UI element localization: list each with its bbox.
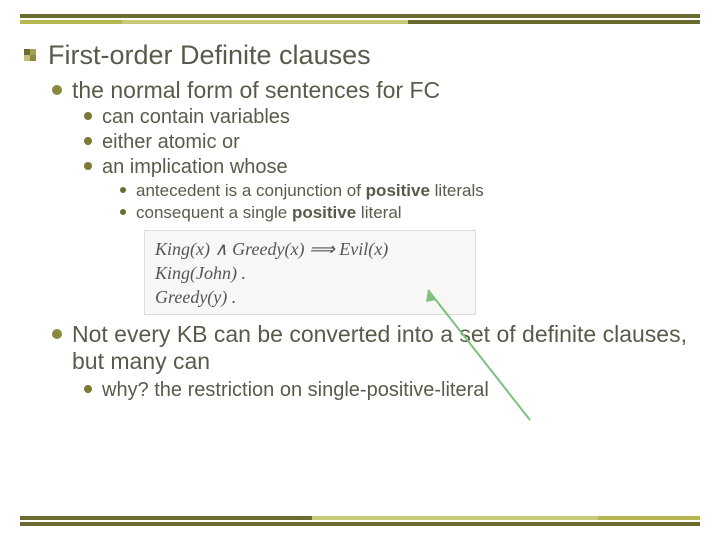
title-bullet-icon: [24, 49, 38, 63]
bullet-icon: [120, 209, 126, 215]
slide-title: First-order Definite clauses: [48, 40, 371, 71]
formula-line-2: King(John) .: [155, 261, 465, 285]
top-decor-bar: [20, 14, 700, 24]
point-why: why? the restriction on single-positive-…: [102, 378, 489, 403]
point-consequent: consequent a single positive literal: [136, 202, 402, 224]
point-contain-vars: can contain variables: [102, 105, 290, 130]
bullet-icon: [84, 162, 92, 170]
formula-line-1: King(x) ∧ Greedy(x) ⟹ Evil(x): [155, 237, 465, 261]
bullet-icon: [52, 85, 62, 95]
bullet-icon: [120, 187, 126, 193]
bullet-icon: [52, 329, 62, 339]
point-antecedent: antecedent is a conjunction of positive …: [136, 180, 484, 202]
formula-box: King(x) ∧ Greedy(x) ⟹ Evil(x) King(John)…: [144, 230, 476, 315]
point-normal-form: the normal form of sentences for FC: [72, 77, 440, 105]
formula-line-3: Greedy(y) .: [155, 285, 465, 309]
bullet-icon: [84, 112, 92, 120]
point-atomic: either atomic or: [102, 130, 240, 155]
slide-content: First-order Definite clauses the normal …: [24, 40, 696, 403]
bullet-icon: [84, 385, 92, 393]
point-not-every-kb: Not every KB can be converted into a set…: [72, 321, 696, 376]
point-implication: an implication whose: [102, 155, 288, 180]
bottom-decor-bar: [20, 516, 700, 526]
bullet-icon: [84, 137, 92, 145]
